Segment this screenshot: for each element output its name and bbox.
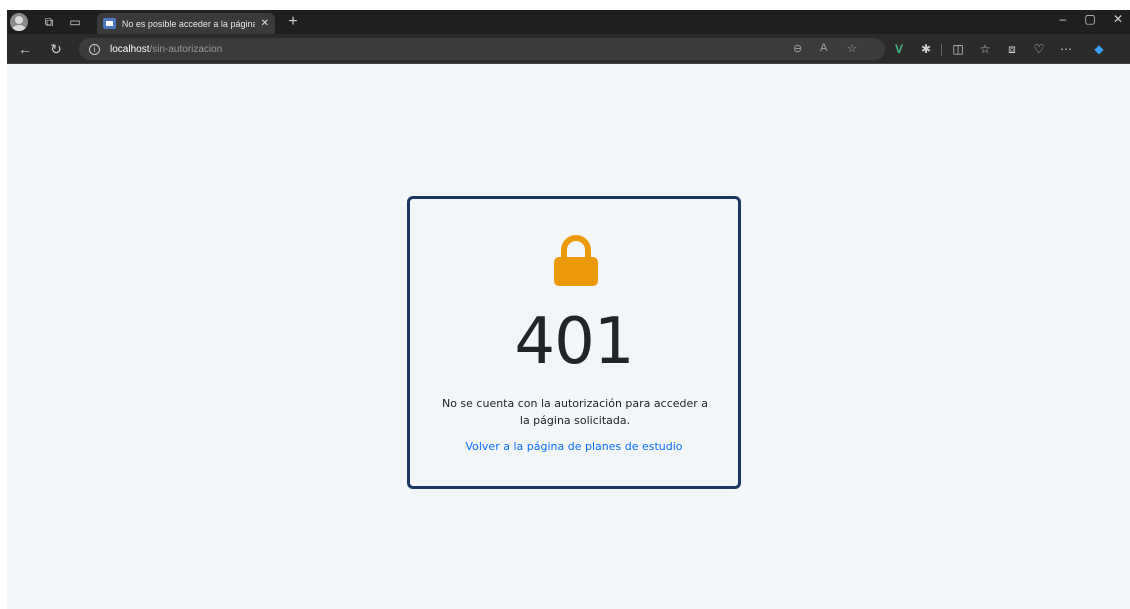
- error-message: No se cuenta con la autorización para ac…: [441, 397, 709, 427]
- refresh-icon[interactable]: ↻: [46, 40, 66, 58]
- zoom-icon[interactable]: ⊖: [793, 42, 802, 55]
- copilot-icon[interactable]: ◆: [1090, 40, 1108, 58]
- favorites-icon[interactable]: ☆: [976, 40, 994, 58]
- more-icon[interactable]: ⋯: [1057, 40, 1075, 58]
- back-arrow-icon[interactable]: ←: [15, 40, 35, 58]
- split-screen-icon[interactable]: ◫: [949, 40, 967, 58]
- lock-icon: [554, 235, 598, 286]
- address-bar: ← ↻ i localhost /sin-autorizacion ⊖ A ☆ …: [7, 34, 1130, 64]
- url-path: /sin-autorizacion: [149, 43, 223, 55]
- site-favicon-icon: [103, 18, 116, 29]
- browser-window: ⧉ ▭ No es posible acceder a la página ✕ …: [7, 10, 1130, 609]
- collections-icon[interactable]: ⧈: [1003, 40, 1021, 58]
- back-to-study-plans-link[interactable]: Volver a la página de planes de estudio: [410, 440, 738, 453]
- error-code: 401: [514, 305, 634, 379]
- read-aloud-icon[interactable]: A: [820, 42, 827, 54]
- close-icon[interactable]: ✕: [261, 18, 269, 29]
- plus-icon[interactable]: +: [284, 13, 302, 31]
- profile-icon[interactable]: [10, 13, 28, 31]
- browser-essentials-icon[interactable]: ♡: [1030, 40, 1048, 58]
- active-tab[interactable]: No es posible acceder a la página ✕: [97, 13, 275, 34]
- url-host: localhost: [110, 43, 150, 55]
- title-bar: ⧉ ▭ No es posible acceder a la página ✕ …: [7, 10, 1130, 34]
- minimize-icon[interactable]: –: [1053, 12, 1073, 26]
- extensions-icon[interactable]: ✱: [917, 40, 935, 58]
- tab-title: No es posible acceder a la página: [121, 18, 255, 29]
- unauthorized-card: 401 No se cuenta con la autorización par…: [407, 196, 741, 489]
- favorite-star-icon[interactable]: ☆: [847, 42, 857, 55]
- tab-actions-icon[interactable]: ▭: [66, 13, 84, 31]
- window-close-icon[interactable]: ✕: [1108, 12, 1128, 26]
- url-input[interactable]: i localhost /sin-autorizacion ⊖ A ☆: [79, 38, 885, 60]
- vue-devtools-icon[interactable]: V: [890, 40, 908, 58]
- info-icon[interactable]: i: [89, 43, 100, 55]
- workspaces-icon[interactable]: ⧉: [40, 13, 58, 31]
- restore-icon[interactable]: ▢: [1080, 12, 1100, 26]
